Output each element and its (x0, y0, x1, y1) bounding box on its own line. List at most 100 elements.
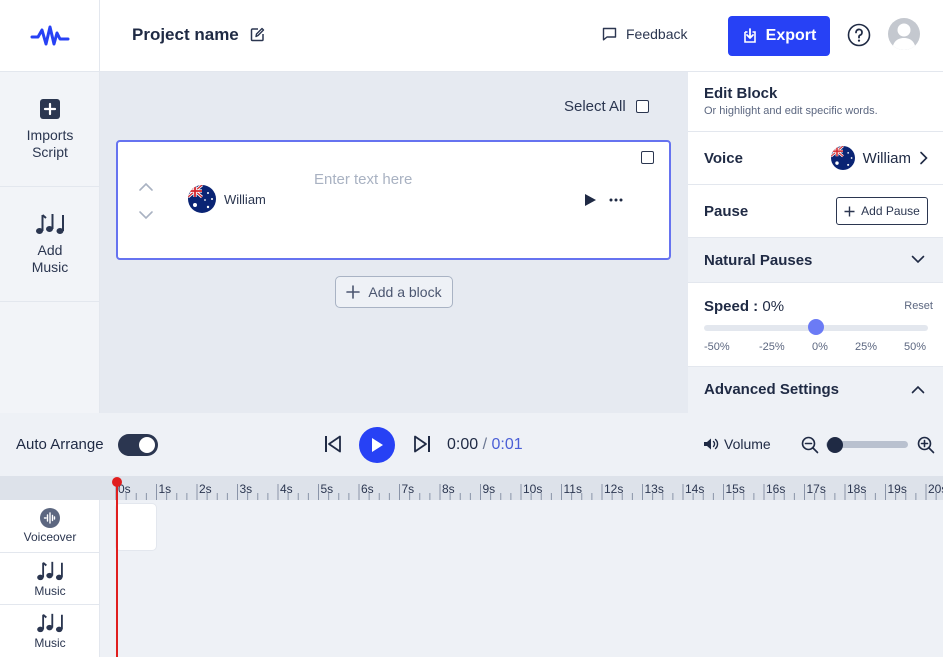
speaker-icon (704, 438, 719, 450)
block-voice-name: William (224, 191, 266, 207)
music-label-line1: Add (37, 242, 63, 258)
ruler-label: 10s (523, 482, 542, 496)
advanced-settings-label: Advanced Settings (704, 381, 840, 398)
timeline-ruler[interactable]: 0s 1s 2s 3s 4s 5s 6s 7s 8s 9s 10s 11s 12s 13s 14s 15s 16… (0, 476, 943, 500)
timeline-tracks[interactable] (100, 500, 943, 657)
play-icon (372, 438, 383, 452)
script-editor: Select All William Enter text here Add a… (100, 72, 688, 413)
transport-bar: Auto Arrange 0:00 / 0:01 Volume (0, 413, 943, 476)
app-logo[interactable] (0, 0, 100, 72)
block-text-input[interactable]: Enter text here (314, 171, 554, 188)
edit-block-header: Edit Block Or highlight and edit specifi… (688, 72, 943, 132)
skip-forward-icon[interactable] (412, 434, 432, 454)
add-block-button[interactable]: Add a block (335, 276, 453, 308)
ruler-label: 1s (159, 482, 172, 496)
natural-pauses-label: Natural Pauses (704, 252, 813, 269)
plus-square-icon (40, 99, 60, 119)
ruler-ticks: 0s 1s 2s 3s 4s 5s 6s 7s 8s 9s 10s 11s 12s 13s 14s 15s 16… (115, 482, 943, 500)
more-options-icon[interactable] (608, 193, 624, 207)
speed-tick-label: 25% (855, 341, 878, 353)
speed-slider-thumb[interactable] (808, 319, 824, 335)
voice-value: William (862, 149, 911, 167)
track-label-text: Music (34, 636, 66, 650)
block-voice-selector[interactable]: William (188, 185, 266, 213)
help-icon[interactable] (847, 23, 871, 47)
ruler-label: 15s (726, 482, 745, 496)
chevron-up-icon[interactable] (138, 182, 154, 192)
imports-script-button[interactable]: Imports Script (0, 73, 100, 187)
music-notes-icon (36, 214, 64, 234)
play-button[interactable] (359, 427, 395, 463)
speed-tick-label: 50% (904, 341, 927, 353)
ruler-label: 4s (280, 482, 293, 496)
script-block[interactable]: William Enter text here (116, 140, 671, 260)
volume-button[interactable]: Volume (703, 436, 771, 452)
download-icon (743, 28, 756, 43)
ruler-label: 8s (442, 482, 455, 496)
add-pause-label: Add Pause (861, 204, 920, 218)
feedback-label: Feedback (626, 26, 688, 42)
toggle-knob (139, 437, 155, 453)
ruler-label: 18s (847, 482, 866, 496)
user-silhouette-icon (892, 23, 916, 50)
edit-icon[interactable] (250, 27, 265, 42)
voiceover-clip[interactable] (115, 503, 157, 551)
natural-pauses-row[interactable]: Natural Pauses (688, 238, 943, 283)
waveform-icon (40, 508, 60, 528)
add-pause-button[interactable]: Add Pause (836, 197, 928, 225)
track-label-music[interactable]: Music (0, 605, 100, 657)
speed-value: 0% (762, 298, 785, 315)
chevron-right-icon (920, 151, 928, 165)
select-all-checkbox[interactable] (635, 100, 649, 113)
time-current: 0:00 (447, 436, 479, 453)
top-header: Project name Feedback Export (100, 0, 943, 72)
block-checkbox[interactable] (641, 151, 654, 164)
advanced-settings-row[interactable]: Advanced Settings (688, 367, 943, 413)
playhead-handle[interactable] (112, 477, 122, 487)
export-button[interactable]: Export (728, 16, 830, 56)
export-label: Export (765, 27, 817, 44)
ruler-label: 19s (888, 482, 907, 496)
playback-time: 0:00 / 0:01 (447, 436, 523, 454)
play-block-icon[interactable] (583, 193, 597, 207)
chevron-down-icon[interactable] (138, 210, 154, 220)
speed-reset-button[interactable]: Reset (904, 300, 933, 312)
project-name[interactable]: Project name (132, 25, 239, 45)
feedback-button[interactable]: Feedback (602, 26, 687, 42)
australia-flag-icon (830, 146, 855, 170)
pause-row: Pause Add Pause (688, 185, 943, 238)
speed-tick-label: 0% (812, 341, 828, 353)
user-avatar[interactable] (888, 18, 920, 50)
speed-label: Speed : (704, 298, 759, 315)
ruler-label: 5s (321, 482, 334, 496)
track-label-voiceover[interactable]: Voiceover (0, 500, 100, 553)
edit-block-panel: Edit Block Or highlight and edit specifi… (688, 72, 943, 413)
skip-back-icon[interactable] (323, 434, 343, 454)
chevron-up-icon (911, 385, 925, 394)
australia-flag-icon (188, 185, 216, 213)
playhead[interactable] (116, 482, 118, 657)
select-all-label: Select All (564, 98, 626, 115)
select-all[interactable]: Select All (564, 98, 649, 115)
add-music-button[interactable]: Add Music (0, 187, 100, 302)
zoom-slider-thumb[interactable] (827, 437, 843, 453)
time-separator: / (478, 436, 492, 453)
music-notes-icon (37, 613, 63, 633)
zoom-out-icon[interactable] (801, 436, 819, 454)
imports-label-line1: Imports (26, 127, 74, 143)
ruler-label: 13s (645, 482, 664, 496)
plus-icon (346, 285, 361, 299)
ruler-label: 17s (807, 482, 826, 496)
auto-arrange-toggle[interactable] (118, 434, 158, 456)
edit-block-title: Edit Block (704, 85, 778, 102)
speed-row: Speed : 0% Reset -50% -25% 0% 25% 50% (688, 283, 943, 367)
ruler-label: 14s (685, 482, 704, 496)
waveform-logo-icon (30, 25, 69, 45)
ruler-label: 3s (240, 482, 253, 496)
chat-bubble-icon (602, 27, 617, 41)
track-label-music[interactable]: Music (0, 553, 100, 605)
speed-readout: Speed : 0% (704, 298, 784, 315)
zoom-in-icon[interactable] (917, 436, 935, 454)
voice-selector[interactable]: William (830, 146, 929, 170)
speed-tick-label: -50% (704, 341, 730, 353)
